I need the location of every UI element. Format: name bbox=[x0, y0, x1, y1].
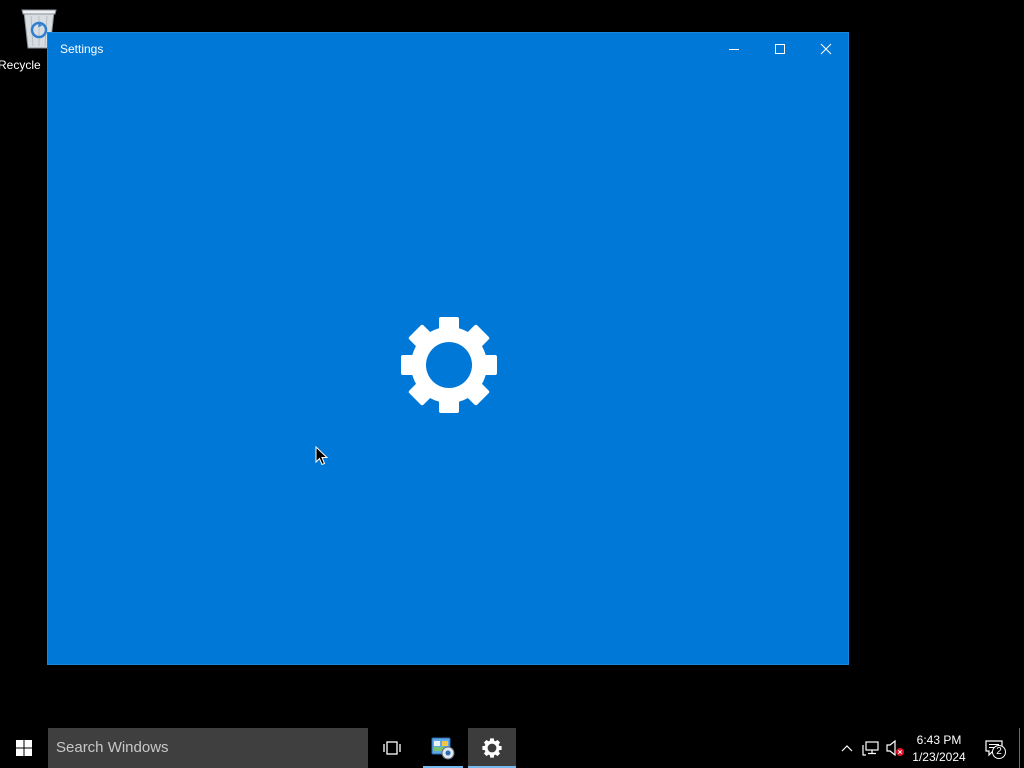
clock-date: 1/23/2024 bbox=[912, 750, 966, 764]
task-view-icon bbox=[383, 741, 401, 755]
maximize-button[interactable] bbox=[757, 33, 803, 64]
control-panel-taskbar-button[interactable] bbox=[419, 728, 467, 768]
clock-time: 6:43 PM bbox=[916, 733, 962, 747]
notification-count-badge: 2 bbox=[992, 745, 1006, 759]
minimize-button[interactable] bbox=[711, 33, 757, 64]
title-bar[interactable]: Settings bbox=[48, 33, 848, 64]
settings-taskbar-button[interactable] bbox=[468, 728, 516, 768]
network-button[interactable] bbox=[860, 728, 882, 768]
close-icon bbox=[820, 43, 832, 54]
desktop: Recycle Settings bbox=[0, 0, 1024, 728]
minimize-icon bbox=[729, 48, 739, 50]
show-desktop-button[interactable] bbox=[1019, 728, 1020, 768]
volume-button[interactable] bbox=[884, 728, 906, 768]
search-box[interactable]: Search Windows bbox=[48, 728, 368, 768]
start-button[interactable] bbox=[0, 728, 48, 768]
volume-muted-icon bbox=[886, 739, 904, 757]
close-button[interactable] bbox=[803, 33, 849, 64]
chevron-up-icon bbox=[841, 745, 853, 752]
clock[interactable]: 6:43 PM 1/23/2024 bbox=[906, 728, 972, 768]
window-title: Settings bbox=[60, 42, 104, 56]
network-icon bbox=[862, 741, 879, 756]
control-panel-icon bbox=[431, 737, 455, 760]
gear-icon bbox=[399, 315, 499, 415]
show-hidden-icons-button[interactable] bbox=[838, 728, 856, 768]
windows-logo-icon bbox=[16, 740, 32, 756]
mouse-cursor-icon bbox=[315, 445, 329, 466]
settings-window[interactable]: Settings bbox=[47, 32, 849, 665]
task-view-button[interactable] bbox=[368, 728, 416, 768]
gear-icon bbox=[482, 738, 502, 758]
taskbar: Search Windows 6:43 PM 1/23/2024 bbox=[0, 728, 1024, 768]
maximize-icon bbox=[775, 43, 785, 54]
